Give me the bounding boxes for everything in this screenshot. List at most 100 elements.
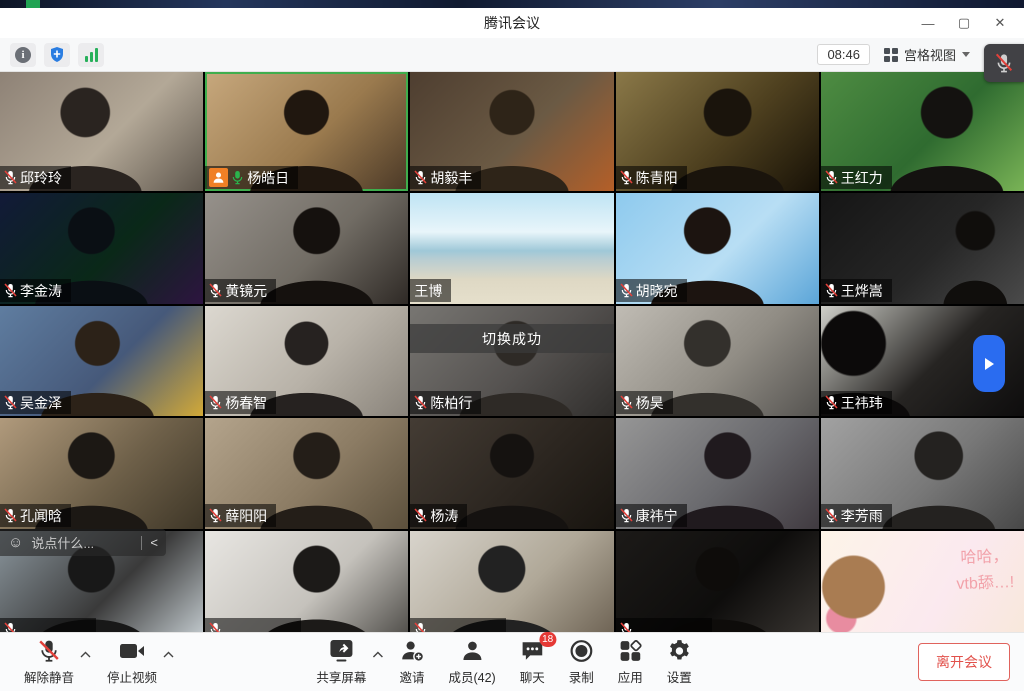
participant-tile[interactable]: 切换成功 陈柏行 [410, 306, 613, 416]
participant-tile[interactable]: 胡毅丰 [410, 72, 613, 191]
participant-name: 李金涛 [20, 281, 62, 301]
participant-name-label: 王博 [410, 279, 451, 302]
chat-input-placeholder[interactable]: 说点什么... [31, 533, 133, 552]
participant-tile[interactable]: 李金涛 [0, 193, 203, 304]
security-button[interactable] [44, 43, 70, 67]
participant-name-label [0, 618, 96, 632]
participant-name: 杨春智 [225, 393, 267, 413]
participant-name: 王红力 [841, 168, 883, 188]
muted-mic-icon [620, 170, 633, 185]
participant-tile[interactable] [616, 531, 819, 632]
unmute-button[interactable]: 解除静音 [14, 635, 84, 690]
meeting-window: 腾讯会议 — ▢ ✕ i 08:46 [0, 0, 1024, 691]
chevron-down-icon [962, 52, 970, 57]
participant-tile[interactable]: 康祎宁 [616, 418, 819, 529]
participant-name: 孔闻晗 [20, 506, 62, 526]
top-toolbar: i 08:46 宫格视图 [0, 38, 1024, 72]
participant-tile[interactable]: 王博 [410, 193, 613, 304]
apps-button[interactable]: 应用 [608, 635, 653, 690]
chat-quick-input[interactable]: ☺ 说点什么... < [0, 529, 166, 556]
participant-name-label: 杨昊 [616, 391, 673, 414]
participant-tile[interactable]: 杨涛 [410, 418, 613, 529]
muted-mic-icon [995, 53, 1013, 73]
unmute-label: 解除静音 [24, 667, 74, 686]
muted-mic-icon [825, 170, 838, 185]
participant-tile[interactable]: 杨昊 [616, 306, 819, 416]
participant-name-label: 陈青阳 [616, 166, 687, 189]
participant-tile[interactable] [205, 531, 408, 632]
participant-tile[interactable]: 哈哈， vtb舔…! [821, 531, 1024, 632]
participant-name: 王祎玮 [841, 393, 883, 413]
participant-tile[interactable]: 吴金泽 [0, 306, 203, 416]
participant-tile[interactable]: 陈青阳 [616, 72, 819, 191]
apps-label: 应用 [618, 667, 643, 686]
self-view-thumbnail[interactable] [984, 44, 1024, 82]
next-page-button[interactable] [973, 335, 1005, 392]
arrow-right-icon [985, 358, 994, 370]
participant-tile[interactable]: 杨皓日 [205, 72, 408, 191]
participant-tile[interactable]: 王烨嵩 [821, 193, 1024, 304]
share-screen-icon [328, 639, 354, 663]
muted-mic-icon [4, 170, 17, 185]
muted-mic-icon [620, 508, 633, 523]
participant-name-label: 黄镜元 [205, 279, 276, 302]
participant-name-label [410, 618, 506, 632]
invite-button[interactable]: 邀请 [389, 635, 434, 690]
participant-name-label: 康祎宁 [616, 504, 687, 527]
settings-button[interactable]: 设置 [657, 635, 702, 690]
record-label: 录制 [569, 667, 594, 686]
chat-button[interactable]: 18 聊天 [510, 635, 555, 690]
window-title: 腾讯会议 [484, 13, 540, 33]
network-quality-button[interactable] [78, 43, 104, 67]
muted-mic-icon [414, 395, 427, 410]
participant-tile[interactable] [410, 531, 613, 632]
maximize-button[interactable]: ▢ [950, 11, 978, 35]
participant-tile[interactable]: 孔闻晗 [0, 418, 203, 529]
minimize-button[interactable]: — [914, 11, 942, 35]
bottom-toolbar: 解除静音 停止视频 共享屏幕 邀请 成员(42) 18 聊天 [0, 632, 1024, 691]
participant-name-label: 李芳雨 [821, 504, 892, 527]
members-label: 成员(42) [448, 667, 495, 686]
share-screen-button[interactable]: 共享屏幕 [306, 635, 376, 690]
participant-tile[interactable]: 胡晓宛 [616, 193, 819, 304]
security-shield-icon [49, 46, 65, 63]
divider [141, 536, 142, 550]
muted-mic-icon [620, 283, 633, 298]
participant-name: 陈青阳 [636, 168, 678, 188]
desktop-background-strip [0, 0, 1024, 8]
participant-tile[interactable]: 邱玲玲 [0, 72, 203, 191]
participant-name-label: 邱玲玲 [0, 166, 71, 189]
network-quality-icon [85, 48, 98, 62]
close-button[interactable]: ✕ [986, 11, 1014, 35]
view-mode-label: 宫格视图 [904, 45, 956, 64]
stop-video-label: 停止视频 [107, 667, 157, 686]
window-controls: — ▢ ✕ [914, 8, 1014, 38]
participant-tile[interactable]: 薛阳阳 [205, 418, 408, 529]
participant-name-label: 陈柏行 [410, 391, 481, 414]
view-mode-selector[interactable]: 宫格视图 [884, 45, 970, 64]
leave-meeting-button[interactable]: 离开会议 [918, 643, 1010, 681]
stop-video-button[interactable]: 停止视频 [97, 635, 167, 690]
muted-mic-icon [209, 622, 222, 632]
person-icon [212, 171, 225, 184]
participant-name-label: 孔闻晗 [0, 504, 71, 527]
members-button[interactable]: 成员(42) [438, 635, 505, 690]
participant-tile[interactable]: 杨春智 [205, 306, 408, 416]
muted-mic-icon [4, 508, 17, 523]
collapse-chat-icon[interactable]: < [150, 535, 158, 550]
muted-mic-icon [414, 508, 427, 523]
participant-tile[interactable]: 黄镜元 [205, 193, 408, 304]
muted-mic-icon [620, 395, 633, 410]
muted-mic-icon [38, 639, 60, 663]
participant-name-label: 吴金泽 [0, 391, 71, 414]
camera-icon [119, 641, 145, 661]
invite-icon [400, 639, 424, 663]
record-button[interactable]: 录制 [559, 635, 604, 690]
emoji-smiley-icon[interactable]: ☺ [8, 534, 23, 551]
participant-tile[interactable]: 王红力 [821, 72, 1024, 191]
apps-icon [618, 639, 642, 663]
participant-name: 王博 [414, 281, 442, 301]
meeting-info-button[interactable]: i [10, 43, 36, 67]
participant-tile[interactable]: 李芳雨 [821, 418, 1024, 529]
participant-name: 杨涛 [430, 506, 458, 526]
